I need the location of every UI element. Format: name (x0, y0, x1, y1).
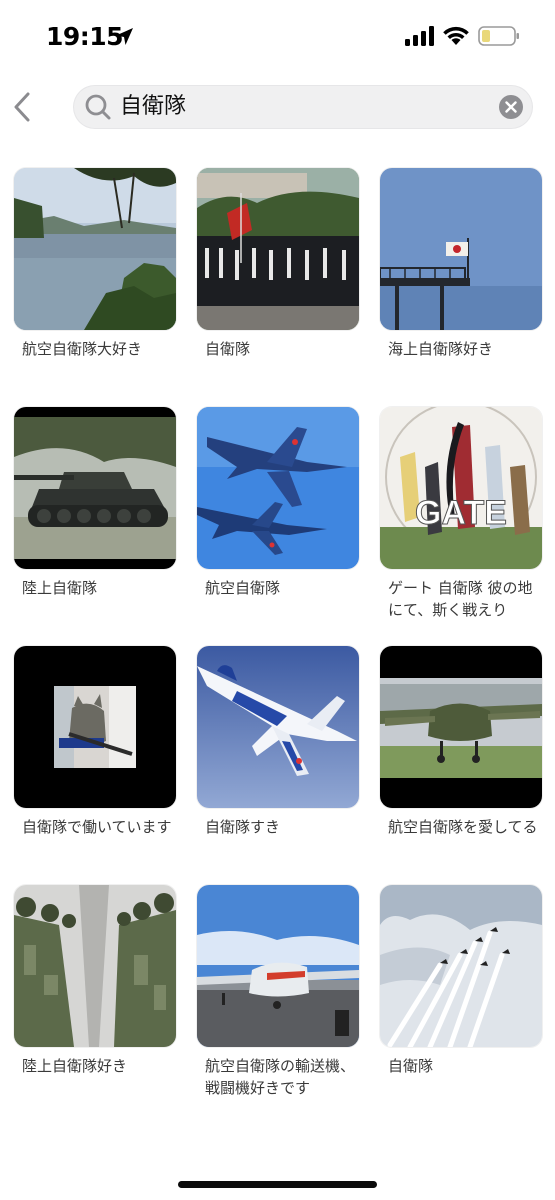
result-caption: 自衛隊で働いています (22, 818, 172, 836)
result-item[interactable]: 自衛隊 (197, 168, 359, 360)
result-caption: 航空自衛隊大好き (22, 340, 143, 358)
result-item[interactable]: 自衛隊 (380, 885, 542, 1077)
result-item[interactable]: 航空自衛隊大好き (14, 168, 176, 360)
result-caption: 陸上自衛隊 (22, 579, 98, 597)
transport-plane-on-apron-image (197, 885, 359, 1047)
status-bar: 19:15 (0, 0, 555, 70)
result-item[interactable]: 自衛隊で働いています (14, 646, 176, 838)
result-item[interactable]: 陸上自衛隊好き (14, 885, 176, 1077)
cat-with-rifle-image (14, 646, 176, 808)
result-thumbnail[interactable] (14, 885, 176, 1047)
wifi-icon (443, 26, 469, 45)
result-thumbnail[interactable] (380, 168, 542, 330)
pier-with-flag-image (380, 168, 542, 330)
result-item[interactable]: 航空自衛隊を愛してる (380, 646, 542, 838)
result-item[interactable]: 陸上自衛隊 (14, 407, 176, 599)
result-caption: 航空自衛隊を愛してる (388, 818, 538, 836)
result-thumbnail[interactable] (197, 646, 359, 808)
result-thumbnail[interactable] (380, 885, 542, 1047)
result-item[interactable]: 航空自衛隊 (197, 407, 359, 599)
result-item[interactable]: GATE ゲート 自衛隊 彼の地にて、斯く戦えり (380, 407, 542, 621)
search-input[interactable]: 自衛隊 (120, 91, 490, 123)
result-thumbnail[interactable] (197, 407, 359, 569)
battery-icon (478, 26, 519, 46)
result-caption: 航空自衛隊の輸送機、戦闘機好きです (205, 1057, 356, 1097)
result-item[interactable]: 航空自衛隊の輸送機、戦闘機好きです (197, 885, 359, 1099)
anime-poster-image: GATE (380, 407, 542, 569)
result-caption: 海上自衛隊好き (388, 340, 494, 358)
result-caption: 自衛隊すき (205, 818, 281, 836)
result-caption: 自衛隊 (205, 340, 251, 358)
result-thumbnail[interactable]: GATE (380, 407, 542, 569)
search-icon (85, 94, 111, 120)
result-thumbnail[interactable] (14, 407, 176, 569)
status-time: 19:15 (46, 22, 124, 51)
result-item[interactable]: 海上自衛隊好き (380, 168, 542, 360)
back-button[interactable] (8, 88, 38, 126)
result-thumbnail[interactable] (14, 168, 176, 330)
cellular-signal-icon (405, 26, 434, 46)
result-thumbnail[interactable] (197, 885, 359, 1047)
result-item[interactable]: 自衛隊すき (197, 646, 359, 838)
lake-landscape-image (14, 168, 176, 330)
home-indicator[interactable] (178, 1181, 377, 1188)
result-thumbnail[interactable] (197, 168, 359, 330)
clear-search-icon[interactable] (499, 95, 523, 119)
result-caption: ゲート 自衛隊 彼の地にて、斯く戦えり (388, 579, 533, 619)
location-arrow-icon (116, 28, 133, 45)
transport-aircraft-image (380, 646, 542, 808)
result-caption: 陸上自衛隊好き (22, 1057, 128, 1075)
result-thumbnail[interactable] (14, 646, 176, 808)
result-caption: 航空自衛隊 (205, 579, 281, 597)
tank-image (14, 407, 176, 569)
fighter-jets-image (197, 407, 359, 569)
search-bar[interactable]: 自衛隊 (74, 86, 532, 128)
marching-soldiers-image (197, 168, 359, 330)
soldiers-in-camouflage-image (14, 885, 176, 1047)
blue-impulse-jet-image (197, 646, 359, 808)
result-caption: 自衛隊 (388, 1057, 434, 1075)
aerobatic-smoke-trails-image (380, 885, 542, 1047)
result-thumbnail[interactable] (380, 646, 542, 808)
poster-title-text: GATE (415, 494, 507, 532)
